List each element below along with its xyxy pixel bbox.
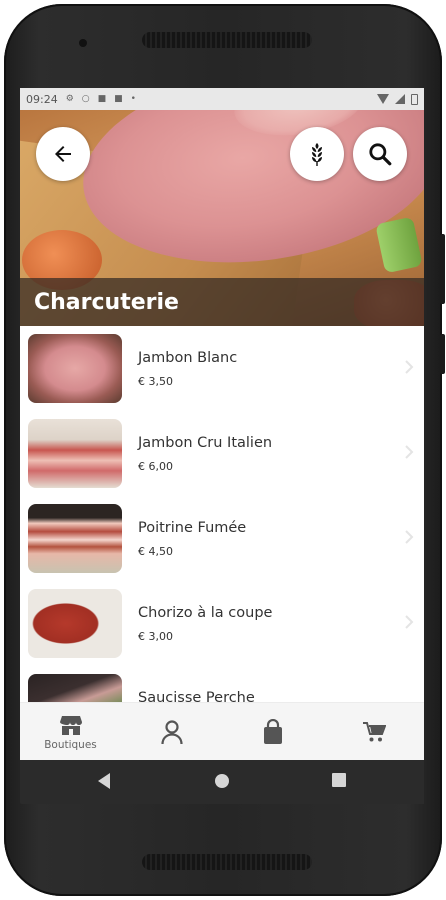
arrow-left-icon — [55, 146, 71, 162]
top-speaker — [142, 32, 312, 48]
store-icon — [59, 715, 82, 735]
status-bar: 09:24 ⚙ ○ ■ ■ • — [20, 88, 424, 110]
app-screen: 09:24 ⚙ ○ ■ ■ • Charcuterie Jambon Blanc… — [20, 88, 424, 760]
dot-icon: • — [130, 94, 136, 104]
person-icon — [160, 720, 183, 745]
back-triangle-icon[interactable] — [96, 772, 112, 790]
volume-button — [440, 234, 445, 304]
shopping-bag-icon — [263, 719, 282, 744]
nav-profile[interactable] — [121, 703, 222, 760]
battery-icon — [411, 93, 418, 105]
product-name: Jambon Blanc — [138, 350, 238, 366]
product-thumbnail — [28, 504, 122, 573]
status-time: 09:24 — [26, 92, 58, 106]
product-name: Poitrine Fumée — [138, 520, 247, 536]
chevron-right-icon — [405, 615, 414, 629]
category-title-bar: Charcuterie — [20, 278, 424, 326]
product-name: Saucisse Perche — [138, 690, 255, 702]
square-icon: ■ — [114, 94, 123, 104]
product-price: € 4,50 — [138, 545, 173, 558]
bottom-navigation: Boutiques — [20, 702, 424, 760]
circle-icon: ○ — [81, 94, 90, 104]
front-camera — [79, 39, 87, 47]
category-hero-image: Charcuterie — [20, 110, 424, 326]
back-button[interactable] — [36, 127, 90, 181]
system-navigation-bar — [20, 760, 424, 804]
bottom-speaker — [142, 854, 312, 870]
list-item[interactable]: Saucisse Perche — [20, 666, 424, 702]
cart-icon — [362, 722, 386, 742]
nav-cart[interactable] — [323, 703, 424, 760]
chevron-right-icon — [405, 360, 414, 374]
product-name: Jambon Cru Italien — [138, 435, 273, 451]
product-price: € 3,50 — [138, 375, 173, 388]
chevron-right-icon — [405, 530, 414, 544]
recents-square-icon[interactable] — [331, 772, 347, 788]
product-price: € 3,00 — [138, 630, 173, 643]
search-icon — [369, 143, 392, 166]
list-item[interactable]: Poitrine Fumée € 4,50 — [20, 496, 424, 581]
product-thumbnail — [28, 334, 122, 403]
list-item[interactable]: Chorizo à la coupe € 3,00 — [20, 581, 424, 666]
product-thumbnail — [28, 589, 122, 658]
product-name: Chorizo à la coupe — [138, 605, 273, 621]
filter-button[interactable] — [290, 127, 344, 181]
category-title: Charcuterie — [34, 289, 179, 315]
nav-orders[interactable] — [222, 703, 323, 760]
search-button[interactable] — [353, 127, 407, 181]
wifi-icon — [377, 94, 389, 104]
product-list[interactable]: Jambon Blanc € 3,50 Jambon Cru Italien €… — [20, 326, 424, 702]
signal-icon — [395, 94, 405, 104]
vegetable-photo — [375, 216, 423, 274]
product-thumbnail — [28, 419, 122, 488]
product-thumbnail — [28, 674, 122, 702]
wheat-icon — [312, 143, 322, 166]
gear-icon: ⚙ — [65, 94, 74, 104]
list-item[interactable]: Jambon Blanc € 3,50 — [20, 326, 424, 411]
power-button — [440, 334, 445, 374]
nav-label: Boutiques — [44, 738, 97, 751]
product-price: € 6,00 — [138, 460, 173, 473]
home-circle-icon[interactable] — [213, 772, 231, 790]
nav-boutiques[interactable]: Boutiques — [20, 703, 121, 760]
list-item[interactable]: Jambon Cru Italien € 6,00 — [20, 411, 424, 496]
chevron-right-icon — [405, 445, 414, 459]
square-icon: ■ — [97, 94, 107, 104]
